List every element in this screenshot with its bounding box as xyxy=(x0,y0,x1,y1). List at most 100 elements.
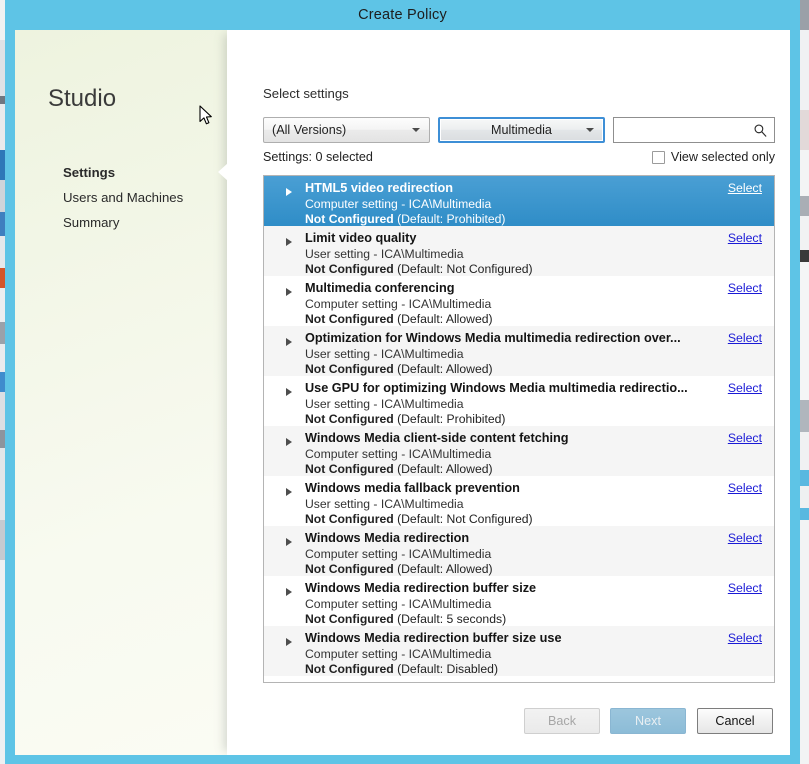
category-filter-value: Multimedia xyxy=(491,123,552,137)
setting-state-default: (Default: Disabled) xyxy=(393,662,499,676)
back-button[interactable]: Back xyxy=(524,708,600,734)
setting-state: Not Configured (Default: Prohibited) xyxy=(305,212,505,226)
search-input[interactable] xyxy=(618,119,752,141)
setting-state-default: (Default: Prohibited) xyxy=(393,412,506,426)
setting-row[interactable]: Windows Media redirection buffer size us… xyxy=(264,626,774,676)
select-setting-link[interactable]: Select xyxy=(728,481,762,495)
setting-state: Not Configured (Default: 5 seconds) xyxy=(305,612,506,626)
select-setting-link[interactable]: Select xyxy=(728,381,762,395)
version-filter-dropdown[interactable]: (All Versions) xyxy=(263,117,430,143)
setting-scope: Computer setting - ICA\Multimedia xyxy=(305,647,492,661)
chevron-down-icon xyxy=(412,128,420,132)
settings-list[interactable]: HTML5 video redirection Computer setting … xyxy=(263,175,775,683)
search-box[interactable] xyxy=(613,117,775,143)
select-setting-link[interactable]: Select xyxy=(728,331,762,345)
setting-scope: User setting - ICA\Multimedia xyxy=(305,247,464,261)
setting-title: Optimization for Windows Media multimedi… xyxy=(305,331,681,345)
setting-row[interactable]: Multimedia conferencing Computer setting … xyxy=(264,276,774,326)
wizard-step-summary[interactable]: Summary xyxy=(63,210,228,235)
setting-state-value: Not Configured xyxy=(305,412,394,426)
chevron-right-icon[interactable] xyxy=(286,538,292,546)
background-window-right-sliver xyxy=(800,0,809,764)
select-setting-link[interactable]: Select xyxy=(728,231,762,245)
search-icon[interactable] xyxy=(753,123,768,138)
setting-row[interactable]: Windows Media client-side content fetchi… xyxy=(264,426,774,476)
dialog-footer: Back Next Cancel xyxy=(227,708,790,755)
chevron-right-icon[interactable] xyxy=(286,638,292,646)
setting-row[interactable]: HTML5 video redirection Computer setting … xyxy=(264,176,774,226)
setting-state-value: Not Configured xyxy=(305,562,394,576)
dialog-title-bar: Create Policy xyxy=(5,0,800,30)
setting-state-value: Not Configured xyxy=(305,462,394,476)
next-button[interactable]: Next xyxy=(610,708,686,734)
select-setting-link[interactable]: Select xyxy=(728,181,762,195)
wizard-step-settings[interactable]: Settings xyxy=(63,160,228,185)
setting-state: Not Configured (Default: Prohibited) xyxy=(305,412,505,426)
select-setting-link[interactable]: Select xyxy=(728,431,762,445)
wizard-step-users-and-machines[interactable]: Users and Machines xyxy=(63,185,228,210)
select-setting-link[interactable]: Select xyxy=(728,581,762,595)
setting-state-default: (Default: Allowed) xyxy=(393,362,493,376)
chevron-right-icon[interactable] xyxy=(286,588,292,596)
setting-row[interactable]: Windows Media redirection buffer size Com… xyxy=(264,576,774,626)
chevron-right-icon[interactable] xyxy=(286,438,292,446)
setting-title: Windows Media redirection buffer size us… xyxy=(305,631,562,645)
select-setting-link[interactable]: Select xyxy=(728,631,762,645)
wizard-step-list: Settings Users and Machines Summary xyxy=(63,160,228,235)
chevron-right-icon[interactable] xyxy=(286,388,292,396)
setting-state: Not Configured (Default: Allowed) xyxy=(305,362,493,376)
setting-state-value: Not Configured xyxy=(305,212,394,226)
dialog-body: Studio Settings Users and Machines Summa… xyxy=(15,30,790,755)
chevron-right-icon[interactable] xyxy=(286,188,292,196)
wizard-nav-pane: Studio Settings Users and Machines Summa… xyxy=(15,30,228,755)
view-selected-only-label: View selected only xyxy=(670,150,775,164)
setting-scope: User setting - ICA\Multimedia xyxy=(305,347,464,361)
setting-state-value: Not Configured xyxy=(305,662,394,676)
filter-toolbar: (All Versions) Multimedia xyxy=(263,117,775,143)
cancel-button[interactable]: Cancel xyxy=(697,708,773,734)
dialog-title: Create Policy xyxy=(358,7,447,23)
setting-row[interactable]: Optimization for Windows Media multimedi… xyxy=(264,326,774,376)
setting-row[interactable]: Use GPU for optimizing Windows Media mul… xyxy=(264,376,774,426)
setting-state: Not Configured (Default: Allowed) xyxy=(305,312,493,326)
setting-title: Windows Media redirection xyxy=(305,531,470,545)
chevron-right-icon[interactable] xyxy=(286,238,292,246)
setting-state-default: (Default: Allowed) xyxy=(393,562,493,576)
category-filter-dropdown[interactable]: Multimedia xyxy=(438,117,605,143)
setting-state-value: Not Configured xyxy=(305,512,394,526)
main-content-area: Select settings (All Versions) Multimedi… xyxy=(227,30,790,755)
setting-title: Multimedia conferencing xyxy=(305,281,455,295)
setting-row[interactable]: Windows media fallback prevention User se… xyxy=(264,476,774,526)
chevron-right-icon[interactable] xyxy=(286,288,292,296)
setting-title: Windows Media redirection buffer size xyxy=(305,581,537,595)
select-setting-link[interactable]: Select xyxy=(728,531,762,545)
chevron-down-icon xyxy=(586,128,594,132)
setting-state-value: Not Configured xyxy=(305,612,394,626)
select-setting-link[interactable]: Select xyxy=(728,281,762,295)
chevron-right-icon[interactable] xyxy=(286,338,292,346)
setting-state: Not Configured (Default: Not Configured) xyxy=(305,262,533,276)
page-title: Select settings xyxy=(263,86,349,101)
view-selected-only-checkbox[interactable] xyxy=(651,150,665,164)
version-filter-value: (All Versions) xyxy=(272,123,347,137)
studio-brand-label: Studio xyxy=(48,85,117,112)
setting-title: Limit video quality xyxy=(305,231,417,245)
setting-state: Not Configured (Default: Not Configured) xyxy=(305,512,533,526)
setting-scope: User setting - ICA\Multimedia xyxy=(305,497,464,511)
setting-scope: Computer setting - ICA\Multimedia xyxy=(305,547,492,561)
setting-state-default: (Default: Not Configured) xyxy=(393,262,533,276)
chevron-right-icon[interactable] xyxy=(286,488,292,496)
setting-title: Windows media fallback prevention xyxy=(305,481,520,495)
setting-title: Use GPU for optimizing Windows Media mul… xyxy=(305,381,688,395)
setting-state: Not Configured (Default: Allowed) xyxy=(305,462,493,476)
setting-row[interactable]: Windows Media redirection Computer settin… xyxy=(264,526,774,576)
setting-scope: Computer setting - ICA\Multimedia xyxy=(305,297,492,311)
setting-scope: User setting - ICA\Multimedia xyxy=(305,397,464,411)
setting-state-value: Not Configured xyxy=(305,262,394,276)
setting-state-default: (Default: Allowed) xyxy=(393,462,493,476)
setting-row[interactable]: Limit video quality User setting - ICA\Mu… xyxy=(264,226,774,276)
create-policy-dialog: Create Policy Studio Settings Users and … xyxy=(5,0,800,764)
view-selected-only-toggle[interactable]: View selected only xyxy=(651,150,775,164)
setting-title: HTML5 video redirection xyxy=(305,181,454,195)
setting-state: Not Configured (Default: Disabled) xyxy=(305,662,498,676)
